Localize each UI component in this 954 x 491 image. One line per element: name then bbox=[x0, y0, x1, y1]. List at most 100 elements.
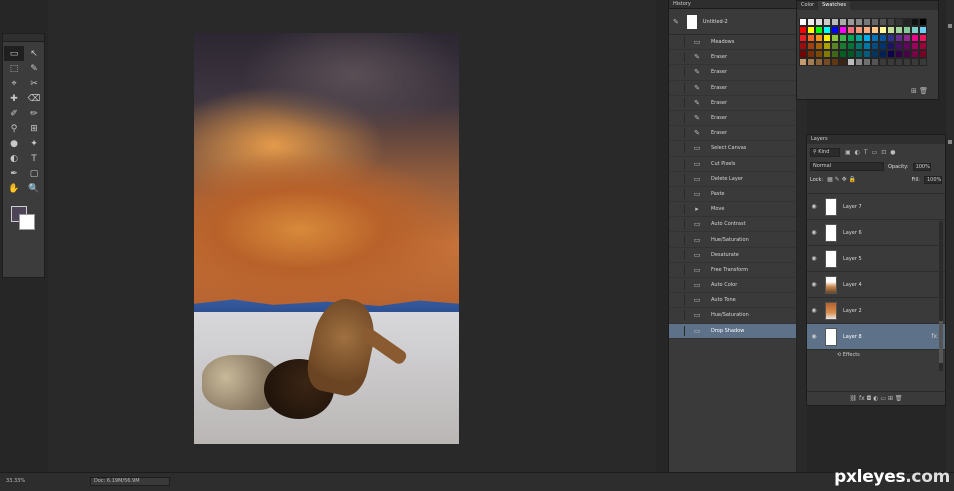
color-swatch[interactable] bbox=[823, 26, 831, 34]
color-swatch[interactable] bbox=[839, 58, 847, 66]
visibility-eye-icon[interactable]: ◉ bbox=[807, 281, 821, 288]
layer-name[interactable]: Layer 8 bbox=[843, 334, 862, 340]
color-swatch[interactable] bbox=[895, 58, 903, 66]
color-swatch[interactable] bbox=[855, 58, 863, 66]
layer-fx-icon[interactable]: fx bbox=[931, 333, 937, 340]
color-swatch[interactable] bbox=[823, 42, 831, 50]
history-snapshot[interactable]: ✎ Untitled-2 bbox=[669, 9, 796, 35]
color-swatch[interactable] bbox=[863, 26, 871, 34]
color-swatch[interactable] bbox=[847, 58, 855, 66]
color-swatch[interactable] bbox=[831, 26, 839, 34]
history-source-checkbox[interactable] bbox=[675, 234, 685, 245]
color-swatch[interactable] bbox=[847, 42, 855, 50]
layers-footer-icons[interactable]: ⛓ fx ◘ ◐ ▭ ⊞ 🗑 bbox=[807, 391, 945, 405]
color-swatch[interactable] bbox=[863, 50, 871, 58]
color-swatch[interactable] bbox=[879, 26, 887, 34]
layer-row[interactable]: ◉ Layer 4 bbox=[807, 272, 945, 298]
color-swatch[interactable] bbox=[903, 26, 911, 34]
color-swatch[interactable] bbox=[799, 26, 807, 34]
tool-button[interactable]: ⬚ bbox=[4, 61, 24, 76]
color-swatch[interactable] bbox=[863, 34, 871, 42]
color-swatch[interactable] bbox=[895, 34, 903, 42]
color-swatch[interactable] bbox=[903, 34, 911, 42]
dock-tab-icon[interactable] bbox=[948, 24, 952, 28]
history-item[interactable]: ✎ Eraser bbox=[669, 50, 796, 66]
visibility-eye-icon[interactable]: ◉ bbox=[807, 255, 821, 262]
visibility-eye-icon[interactable]: ◉ bbox=[807, 333, 821, 340]
color-swatch[interactable] bbox=[807, 34, 815, 42]
fill-input[interactable]: 100% bbox=[924, 175, 942, 184]
color-swatch[interactable] bbox=[887, 18, 895, 26]
layer-name[interactable]: Layer 7 bbox=[843, 204, 862, 210]
history-item[interactable]: ▭ Paste bbox=[669, 187, 796, 203]
color-swatch[interactable] bbox=[823, 18, 831, 26]
color-swatch[interactable] bbox=[903, 58, 911, 66]
color-swatch[interactable] bbox=[871, 18, 879, 26]
color-swatch[interactable] bbox=[799, 42, 807, 50]
tool-button[interactable]: ✐ bbox=[4, 106, 24, 121]
color-swatch[interactable] bbox=[895, 50, 903, 58]
tool-button[interactable]: ▢ bbox=[24, 166, 44, 181]
filter-icon[interactable]: ⊡ bbox=[881, 149, 886, 156]
history-source-checkbox[interactable] bbox=[675, 37, 685, 48]
color-swatch[interactable] bbox=[807, 50, 815, 58]
tool-button[interactable]: ✎ bbox=[24, 61, 44, 76]
history-source-checkbox[interactable] bbox=[675, 97, 685, 108]
layer-row[interactable]: ◉ Layer 6 bbox=[807, 220, 945, 246]
layer-row[interactable]: ◉ Layer 2 bbox=[807, 298, 945, 324]
tab-swatches[interactable]: Swatches bbox=[818, 1, 850, 10]
history-source-checkbox[interactable] bbox=[675, 128, 685, 139]
filter-icon[interactable]: ◐ bbox=[855, 149, 860, 156]
tab-color[interactable]: Color bbox=[797, 1, 818, 10]
tool-button[interactable]: ⚲ bbox=[4, 121, 24, 136]
color-swatch[interactable] bbox=[895, 42, 903, 50]
history-item[interactable]: ▭ Free Transform bbox=[669, 263, 796, 278]
color-swatch[interactable] bbox=[847, 18, 855, 26]
color-swatch[interactable] bbox=[863, 18, 871, 26]
color-swatch[interactable] bbox=[879, 58, 887, 66]
color-swatch[interactable] bbox=[807, 18, 815, 26]
color-swatch[interactable] bbox=[815, 42, 823, 50]
history-source-checkbox[interactable] bbox=[675, 113, 685, 124]
history-item[interactable]: ✎ Eraser bbox=[669, 126, 796, 142]
tool-button[interactable]: ⊞ bbox=[24, 121, 44, 136]
color-swatch[interactable] bbox=[895, 26, 903, 34]
history-item[interactable]: ▭ Hue/Saturation bbox=[669, 232, 796, 248]
document-info[interactable]: Doc: 6.19M/56.9M bbox=[90, 477, 170, 486]
color-swatch[interactable] bbox=[815, 34, 823, 42]
history-source-checkbox[interactable] bbox=[675, 67, 685, 78]
color-swatch[interactable] bbox=[823, 50, 831, 58]
history-tab[interactable]: History bbox=[669, 0, 796, 9]
color-swatch[interactable] bbox=[823, 58, 831, 66]
color-swatch[interactable] bbox=[863, 42, 871, 50]
filter-icon[interactable]: T bbox=[864, 149, 868, 156]
tool-button[interactable]: ✋ bbox=[4, 181, 24, 196]
tool-button[interactable]: ◐ bbox=[4, 151, 24, 166]
color-swatch[interactable] bbox=[863, 58, 871, 66]
tool-button[interactable]: T bbox=[24, 151, 44, 166]
history-item[interactable]: ▭ Delete Layer bbox=[669, 172, 796, 187]
history-item[interactable]: ✎ Eraser bbox=[669, 96, 796, 111]
color-swatch[interactable] bbox=[879, 42, 887, 50]
opacity-input[interactable]: 100% bbox=[912, 162, 931, 171]
color-swatch[interactable] bbox=[855, 18, 863, 26]
color-swatch[interactable] bbox=[919, 26, 927, 34]
history-item[interactable]: ▭ Meadows bbox=[669, 35, 796, 51]
tools-panel-grip[interactable] bbox=[3, 34, 44, 42]
color-swatch[interactable] bbox=[871, 50, 879, 58]
color-swatch[interactable] bbox=[887, 34, 895, 42]
layers-scroll-thumb[interactable] bbox=[939, 321, 943, 363]
color-swatch[interactable] bbox=[807, 26, 815, 34]
history-item[interactable]: ▸ Move bbox=[669, 202, 796, 218]
color-swatch[interactable] bbox=[855, 26, 863, 34]
tool-button[interactable]: ✒ bbox=[4, 166, 24, 181]
color-swatch[interactable] bbox=[815, 58, 823, 66]
color-swatch[interactable] bbox=[871, 26, 879, 34]
color-swatch[interactable] bbox=[903, 18, 911, 26]
color-swatch[interactable] bbox=[871, 34, 879, 42]
history-source-checkbox[interactable] bbox=[675, 219, 685, 230]
visibility-eye-icon[interactable]: ◉ bbox=[807, 203, 821, 210]
color-swatch[interactable] bbox=[823, 34, 831, 42]
history-source-checkbox[interactable] bbox=[675, 264, 685, 275]
history-item[interactable]: ▭ Cut Pixels bbox=[669, 157, 796, 172]
